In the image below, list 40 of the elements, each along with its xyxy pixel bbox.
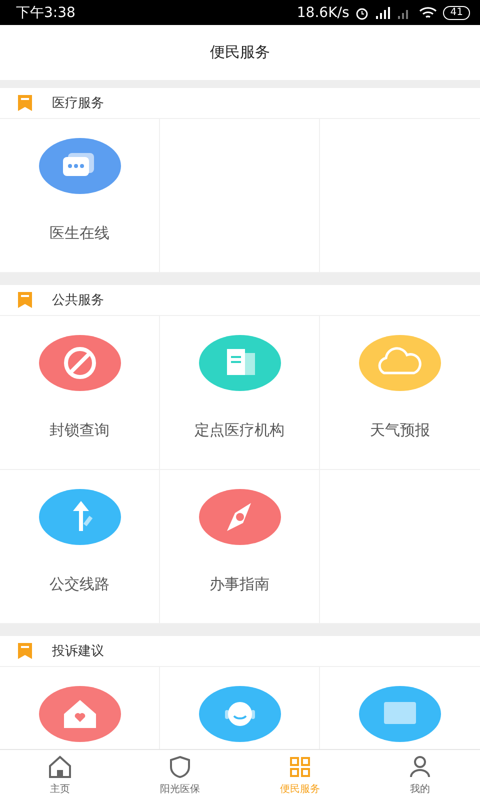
bookmark-icon bbox=[18, 643, 32, 659]
service-tile[interactable]: 天气预报 bbox=[359, 316, 441, 469]
bookmark-icon bbox=[18, 292, 32, 308]
chat-bubble-icon bbox=[38, 138, 120, 194]
service-label: 公交线路 bbox=[50, 575, 110, 594]
nav-tab[interactable]: 主页 bbox=[0, 750, 120, 800]
section-title: 医疗服务 bbox=[52, 95, 104, 112]
page-title: 便民服务 bbox=[210, 43, 270, 62]
cloud-icon bbox=[359, 335, 441, 391]
headset-icon bbox=[198, 686, 280, 742]
service-tile[interactable]: 医生在线 bbox=[38, 119, 120, 272]
nav-tab[interactable]: 阳光医保 bbox=[120, 750, 240, 800]
user-icon bbox=[408, 754, 432, 778]
section-title: 投诉建议 bbox=[52, 643, 104, 660]
service-label: 定点医疗机构 bbox=[194, 421, 284, 440]
alarm-icon bbox=[355, 6, 370, 20]
grid-icon bbox=[288, 754, 312, 778]
service-label: 办事指南 bbox=[210, 575, 270, 594]
service-tile[interactable]: 办事指南 bbox=[198, 470, 280, 623]
network-speed: 18.6K/s bbox=[296, 4, 350, 20]
road-sign-icon bbox=[38, 489, 120, 545]
no-entry-icon bbox=[38, 335, 120, 391]
service-label: 封锁查询 bbox=[50, 421, 110, 440]
screen-icon bbox=[359, 686, 441, 742]
home-icon bbox=[48, 754, 72, 778]
bookmark-icon bbox=[18, 95, 32, 111]
service-tile[interactable]: 定点医疗机构 bbox=[194, 316, 284, 469]
compass-icon bbox=[198, 489, 280, 545]
nav-tab[interactable]: 我的 bbox=[360, 750, 480, 800]
service-label: 医生在线 bbox=[50, 224, 110, 243]
service-tile[interactable]: 公交线路 bbox=[38, 470, 120, 623]
service-label: 天气预报 bbox=[370, 421, 430, 440]
wifi-icon bbox=[419, 6, 438, 20]
status-time: 下午3:38 bbox=[16, 4, 76, 22]
service-tile[interactable]: 封锁查询 bbox=[38, 316, 120, 469]
battery-indicator: 41 bbox=[443, 6, 470, 20]
building-icon bbox=[198, 335, 280, 391]
shield-icon bbox=[168, 754, 192, 778]
signal-icon bbox=[375, 6, 392, 18]
section-title: 公共服务 bbox=[52, 292, 104, 309]
